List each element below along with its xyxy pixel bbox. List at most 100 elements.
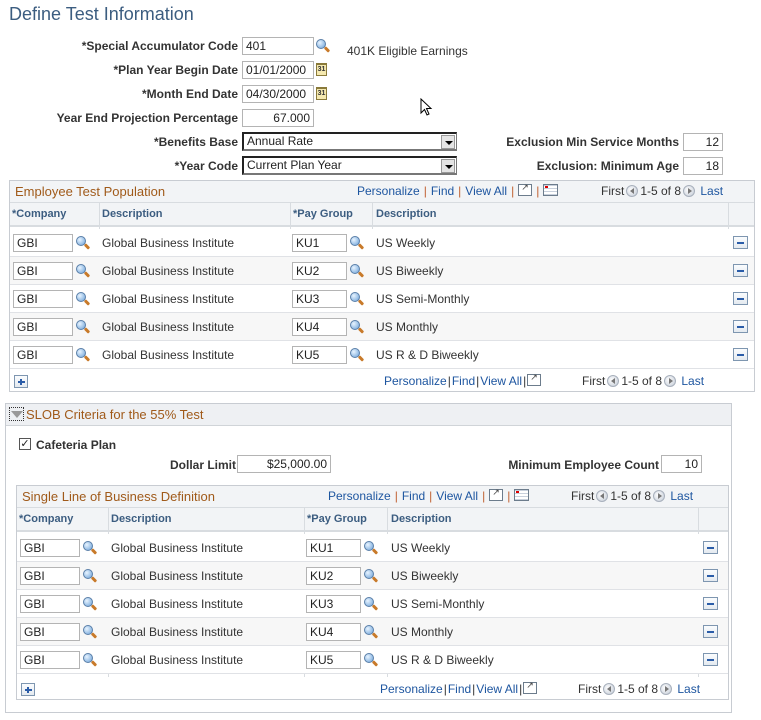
pay-group-field[interactable]: KU1 [292, 234, 347, 252]
new-window-icon[interactable] [527, 372, 542, 386]
slob-section-header[interactable]: SLOB Criteria for the 55% Test [6, 404, 731, 426]
add-row-button[interactable] [21, 683, 35, 696]
lookup-icon[interactable] [75, 291, 91, 307]
new-window-icon[interactable] [523, 680, 538, 694]
lookup-icon[interactable] [75, 263, 91, 279]
personalize-link[interactable]: Personalize [384, 374, 447, 388]
view-all-link[interactable]: View All [480, 374, 522, 388]
lookup-icon[interactable] [82, 568, 98, 584]
company-field[interactable]: GBI [13, 346, 73, 364]
next-icon[interactable] [683, 185, 696, 197]
lookup-icon[interactable] [82, 624, 98, 640]
delete-row-button[interactable] [703, 597, 718, 610]
month-end-date-field[interactable]: 04/30/2000 [242, 85, 314, 103]
calendar-icon[interactable]: 31 [316, 63, 327, 76]
pay-group-field[interactable]: KU2 [306, 567, 361, 585]
lookup-icon[interactable] [363, 568, 379, 584]
add-row-button[interactable] [14, 375, 28, 388]
find-link[interactable]: Find [431, 184, 454, 198]
previous-icon[interactable] [603, 683, 616, 695]
company-field[interactable]: GBI [20, 595, 80, 613]
company-field[interactable]: GBI [20, 623, 80, 641]
delete-row-button[interactable] [703, 569, 718, 582]
delete-row-button[interactable] [733, 292, 748, 305]
company-field[interactable]: GBI [20, 539, 80, 557]
dropdown-arrow-icon[interactable] [441, 135, 455, 149]
collapse-icon[interactable] [9, 407, 24, 421]
pay-group-field[interactable]: KU4 [292, 318, 347, 336]
lookup-icon[interactable] [349, 347, 365, 363]
calendar-icon[interactable]: 31 [316, 87, 327, 100]
previous-icon[interactable] [626, 185, 639, 197]
next-icon[interactable] [664, 375, 677, 387]
dollar-limit-field[interactable]: $25,000.00 [237, 455, 331, 473]
plan-year-begin-date-field[interactable]: 01/01/2000 [242, 61, 314, 79]
company-field[interactable]: GBI [20, 651, 80, 669]
lookup-icon[interactable] [349, 291, 365, 307]
view-all-link[interactable]: View All [436, 489, 478, 503]
new-window-icon[interactable] [489, 487, 504, 501]
pay-group-field[interactable]: KU1 [306, 539, 361, 557]
next-icon[interactable] [660, 683, 673, 695]
view-all-link[interactable]: View All [476, 682, 518, 696]
dropdown-arrow-icon[interactable] [441, 159, 455, 173]
company-field[interactable]: GBI [13, 262, 73, 280]
delete-row-button[interactable] [733, 236, 748, 249]
delete-row-button[interactable] [703, 653, 718, 666]
delete-row-button[interactable] [703, 625, 718, 638]
year-code-select[interactable]: Current Plan Year [242, 156, 457, 175]
pay-group-field[interactable]: KU5 [292, 346, 347, 364]
exclusion-minimum-age-field[interactable]: 18 [683, 157, 723, 175]
download-spreadsheet-icon[interactable] [514, 489, 530, 501]
lookup-icon[interactable] [349, 263, 365, 279]
lookup-icon[interactable] [363, 596, 379, 612]
personalize-link[interactable]: Personalize [380, 682, 443, 696]
pay-group-field[interactable]: KU3 [292, 290, 347, 308]
exclusion-min-service-months-field[interactable]: 12 [683, 133, 723, 151]
last-link[interactable]: Last [700, 184, 723, 198]
last-link[interactable]: Last [677, 682, 700, 696]
pay-group-field[interactable]: KU4 [306, 623, 361, 641]
lookup-icon[interactable] [363, 624, 379, 640]
pay-group-field[interactable]: KU3 [306, 595, 361, 613]
delete-row-button[interactable] [733, 320, 748, 333]
lookup-icon[interactable] [75, 235, 91, 251]
lookup-icon[interactable] [82, 652, 98, 668]
lookup-icon[interactable] [75, 347, 91, 363]
find-link[interactable]: Find [452, 374, 475, 388]
personalize-link[interactable]: Personalize [328, 489, 391, 503]
cafeteria-plan-checkbox[interactable]: ✓ [19, 438, 31, 450]
company-field[interactable]: GBI [13, 290, 73, 308]
previous-icon[interactable] [596, 490, 609, 502]
personalize-link[interactable]: Personalize [357, 184, 420, 198]
lookup-icon[interactable] [363, 652, 379, 668]
lookup-icon[interactable] [75, 319, 91, 335]
delete-row-button[interactable] [703, 541, 718, 554]
company-field[interactable]: GBI [13, 234, 73, 252]
lookup-icon[interactable] [82, 540, 98, 556]
view-all-link[interactable]: View All [465, 184, 507, 198]
previous-icon[interactable] [607, 375, 620, 387]
lookup-icon[interactable] [349, 235, 365, 251]
company-field[interactable]: GBI [13, 318, 73, 336]
benefits-base-select[interactable]: Annual Rate [242, 132, 457, 151]
find-link[interactable]: Find [402, 489, 425, 503]
lookup-icon[interactable] [82, 596, 98, 612]
lookup-icon[interactable] [315, 38, 331, 54]
delete-row-button[interactable] [733, 264, 748, 277]
company-field[interactable]: GBI [20, 567, 80, 585]
find-link[interactable]: Find [448, 682, 471, 696]
pay-group-field[interactable]: KU5 [306, 651, 361, 669]
last-link[interactable]: Last [681, 374, 704, 388]
download-spreadsheet-icon[interactable] [543, 184, 559, 196]
lookup-icon[interactable] [349, 319, 365, 335]
minimum-employee-count-field[interactable]: 10 [661, 455, 702, 473]
last-link[interactable]: Last [670, 489, 693, 503]
pay-group-field[interactable]: KU2 [292, 262, 347, 280]
new-window-icon[interactable] [518, 182, 533, 196]
special-accumulator-code-field[interactable]: 401 [242, 37, 314, 55]
delete-row-button[interactable] [733, 348, 748, 361]
lookup-icon[interactable] [363, 540, 379, 556]
next-icon[interactable] [653, 490, 666, 502]
year-end-projection-field[interactable]: 67.000 [242, 109, 314, 127]
